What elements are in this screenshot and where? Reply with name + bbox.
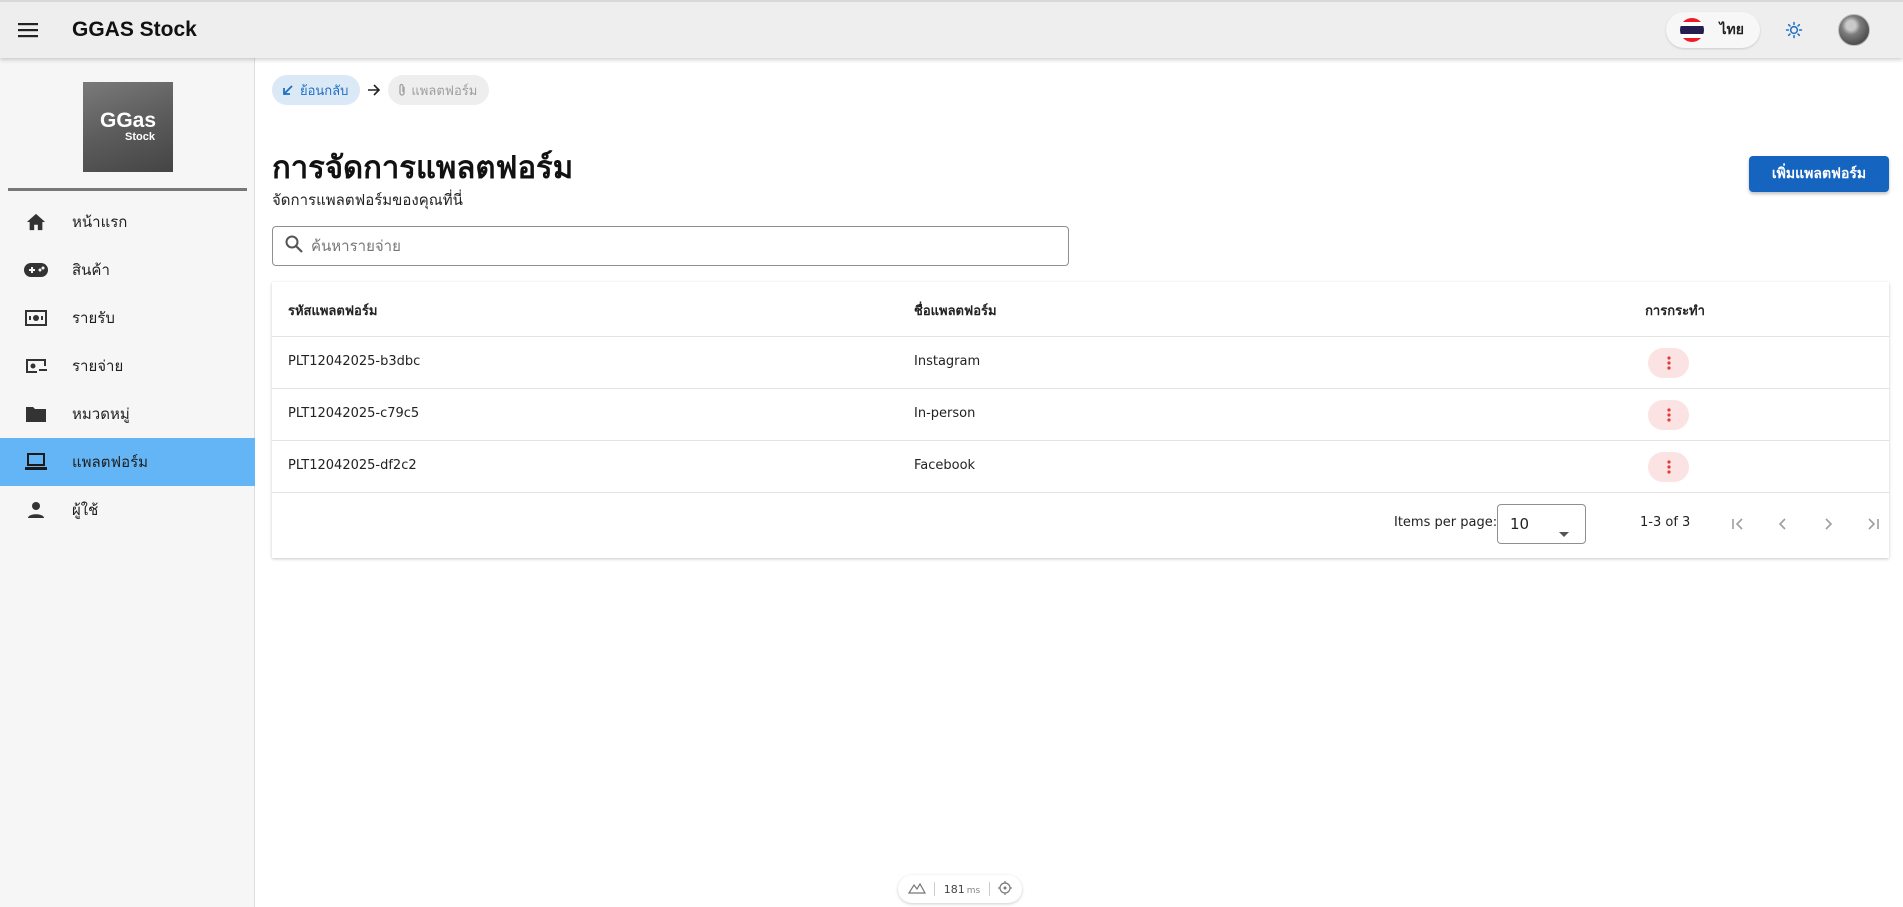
- page-subtitle: จัดการแพลตฟอร์มของคุณที่นี่: [272, 191, 463, 209]
- top-app-bar: GGAS Stock ไทย: [0, 0, 1903, 58]
- platform-name-cell: Facebook: [914, 458, 976, 473]
- row-actions-button[interactable]: [1648, 348, 1689, 378]
- avatar[interactable]: [1838, 14, 1870, 46]
- sidebar-item-income[interactable]: รายรับ: [0, 294, 255, 342]
- row-actions-button[interactable]: [1648, 400, 1689, 430]
- more-vert-icon: [1666, 356, 1671, 370]
- sidebar-item-label: หน้าแรก: [72, 213, 128, 231]
- search-icon: [285, 235, 303, 257]
- arrow-right-icon: [367, 84, 381, 96]
- dropdown-arrow-icon: [1559, 522, 1569, 541]
- money-icon: [0, 310, 72, 326]
- platform-table: รหัสแพลตฟอร์ม ชื่อแพลตฟอร์ม การกระทำ PLT…: [272, 282, 1889, 558]
- language-label: ไทย: [1719, 22, 1744, 38]
- platform-name-cell: In-person: [914, 406, 976, 421]
- sidebar-item-label: แพลตฟอร์ม: [72, 453, 149, 471]
- money-off-icon: [0, 358, 72, 374]
- sidebar-item-products[interactable]: สินค้า: [0, 246, 255, 294]
- render-time: 181 ms: [944, 883, 980, 896]
- previous-page-button[interactable]: [1769, 510, 1797, 538]
- sidebar-divider: [8, 188, 247, 191]
- column-header-actions: การกระทำ: [1645, 304, 1705, 319]
- search-input[interactable]: [311, 237, 1011, 255]
- logo-text-secondary: Stock: [125, 131, 155, 143]
- page-size-select[interactable]: 10: [1497, 504, 1586, 544]
- table-row: PLT12042025-b3dbc Instagram: [272, 337, 1889, 389]
- gamepad-icon: [0, 262, 72, 278]
- page-range-label: 1-3 of 3: [1640, 515, 1691, 530]
- search-field[interactable]: [272, 226, 1069, 266]
- mountain-icon[interactable]: [907, 882, 927, 897]
- page-title: การจัดการแพลตฟอร์ม: [272, 150, 574, 186]
- table-row: PLT12042025-c79c5 In-person: [272, 389, 1889, 441]
- column-header-id[interactable]: รหัสแพลตฟอร์ม: [288, 300, 377, 321]
- crosshair-icon[interactable]: [997, 880, 1012, 898]
- sidebar-item-home[interactable]: หน้าแรก: [0, 198, 255, 246]
- table-header-row: รหัสแพลตฟอร์ม ชื่อแพลตฟอร์ม การกระทำ: [272, 282, 1889, 337]
- page-size-value: 10: [1510, 515, 1530, 533]
- main-content: ย้อนกลับ แพลตฟอร์ม การจัดการแพลตฟอร์ม จั…: [272, 58, 1889, 907]
- sidebar-item-users[interactable]: ผู้ใช้: [0, 486, 255, 534]
- app-logo: GGas Stock: [83, 82, 173, 172]
- current-label: แพลตฟอร์ม: [411, 83, 478, 99]
- first-page-icon: [1732, 518, 1743, 530]
- folder-icon: [0, 405, 72, 423]
- sidebar-item-expense[interactable]: รายจ่าย: [0, 342, 255, 390]
- laptop-icon: [0, 453, 72, 471]
- separator: [934, 882, 936, 896]
- sidebar-item-label: รายจ่าย: [72, 357, 124, 375]
- platform-id-cell: PLT12042025-c79c5: [288, 406, 420, 421]
- items-per-page-label: Items per page:: [1394, 515, 1498, 530]
- last-page-button[interactable]: [1859, 510, 1887, 538]
- row-actions-button[interactable]: [1648, 452, 1689, 482]
- render-time-unit: ms: [966, 885, 981, 896]
- paginator: Items per page: 10 1-3 of 3: [272, 493, 1889, 555]
- back-label: ย้อนกลับ: [300, 83, 349, 99]
- arrow-down-left-icon: [283, 85, 293, 95]
- person-icon: [0, 501, 72, 519]
- performance-indicator: 181 ms: [898, 875, 1022, 903]
- app-title: GGAS Stock: [72, 18, 197, 41]
- menu-icon[interactable]: [0, 2, 56, 58]
- current-crumb: แพลตฟอร์ม: [388, 75, 490, 105]
- sidebar-nav: หน้าแรก สินค้า รายรับ รายจ่าย หมวดหมู่ แ…: [0, 198, 255, 534]
- chevron-left-icon: [1778, 518, 1786, 530]
- sidebar: GGas Stock หน้าแรก สินค้า รายรับ รายจ่าย…: [0, 58, 255, 907]
- brightness-icon[interactable]: [1774, 10, 1814, 50]
- render-time-value: 181: [943, 882, 965, 896]
- breadcrumb: ย้อนกลับ แพลตฟอร์ม: [272, 75, 490, 105]
- next-page-button[interactable]: [1814, 510, 1842, 538]
- add-platform-button[interactable]: เพิ่มแพลตฟอร์ม: [1749, 156, 1889, 192]
- sidebar-item-label: รายรับ: [72, 309, 115, 327]
- more-vert-icon: [1666, 460, 1671, 474]
- platform-id-cell: PLT12042025-b3dbc: [288, 354, 421, 369]
- home-icon: [0, 212, 72, 232]
- more-vert-icon: [1666, 408, 1671, 422]
- back-chip[interactable]: ย้อนกลับ: [272, 75, 361, 105]
- table-row: PLT12042025-df2c2 Facebook: [272, 441, 1889, 493]
- logo-text-primary: GGas: [99, 109, 157, 132]
- separator: [988, 882, 990, 896]
- first-page-button[interactable]: [1724, 510, 1752, 538]
- language-switcher[interactable]: ไทย: [1665, 12, 1760, 48]
- last-page-icon: [1868, 518, 1879, 530]
- sidebar-item-label: สินค้า: [72, 261, 110, 279]
- platform-id-cell: PLT12042025-df2c2: [288, 458, 417, 473]
- sidebar-item-label: หมวดหมู่: [72, 405, 130, 423]
- sidebar-item-label: ผู้ใช้: [72, 501, 99, 519]
- column-header-name[interactable]: ชื่อแพลตฟอร์ม: [914, 300, 997, 321]
- platform-name-cell: Instagram: [914, 354, 981, 369]
- sidebar-item-platforms[interactable]: แพลตฟอร์ม: [0, 438, 255, 486]
- sidebar-item-categories[interactable]: หมวดหมู่: [0, 390, 255, 438]
- paperclip-icon: [399, 83, 406, 96]
- chevron-right-icon: [1825, 518, 1833, 530]
- thai-flag-icon: [1679, 18, 1704, 42]
